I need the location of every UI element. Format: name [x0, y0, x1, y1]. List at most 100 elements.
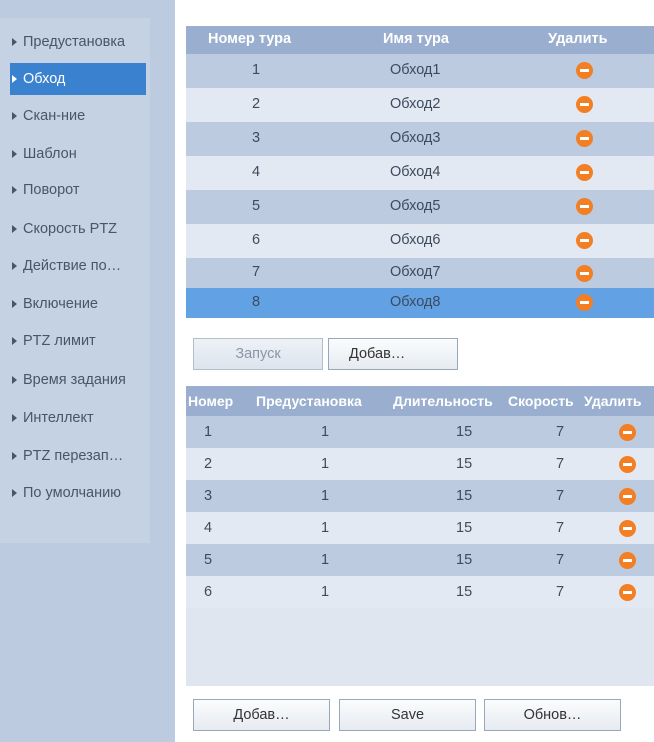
- tour-row-selected[interactable]: 8 Обход8: [186, 288, 654, 318]
- sidebar-item-power-up[interactable]: Включение: [12, 289, 148, 319]
- refresh-button[interactable]: Обнов…: [484, 699, 621, 731]
- tour-row[interactable]: 6 Обход6: [186, 224, 654, 258]
- header-tour-name: Имя тура: [383, 31, 449, 47]
- header-number: Номер: [188, 393, 234, 409]
- sidebar-item-label: Действие по…: [23, 258, 122, 274]
- triangle-right-icon: [12, 186, 17, 194]
- header-tour-number: Номер тура: [208, 31, 292, 47]
- delete-icon[interactable]: [619, 552, 636, 569]
- preset-value: 1: [321, 520, 330, 536]
- preset-value: 1: [321, 584, 330, 600]
- triangle-right-icon: [12, 225, 17, 233]
- preset-value: 1: [321, 552, 330, 568]
- sidebar-item-idle-action[interactable]: Действие по…: [12, 251, 148, 281]
- preset-speed: 7: [556, 424, 565, 440]
- preset-value: 1: [321, 424, 330, 440]
- add-tour-button[interactable]: Добав…: [328, 338, 458, 370]
- preset-number: 2: [204, 456, 213, 472]
- preset-row[interactable]: 5 1 15 7: [186, 544, 654, 576]
- tour-table: Номер тура Имя тура Удалить 1 Обход1 2 О…: [186, 26, 654, 318]
- delete-icon[interactable]: [576, 130, 593, 147]
- triangle-right-icon: [12, 38, 17, 46]
- delete-icon[interactable]: [576, 96, 593, 113]
- tour-name: Обход5: [390, 198, 441, 214]
- sidebar-item-label: Предустановка: [23, 34, 126, 50]
- preset-number: 4: [204, 520, 213, 536]
- save-button[interactable]: Save: [339, 699, 476, 731]
- preset-speed: 7: [556, 488, 565, 504]
- preset-duration: 15: [456, 584, 473, 600]
- sidebar-item-preset[interactable]: Предустановка: [12, 27, 148, 57]
- triangle-right-icon: [12, 75, 17, 83]
- sidebar-item-label: По умолчанию: [23, 485, 122, 501]
- tour-row[interactable]: 2 Обход2: [186, 88, 654, 122]
- sidebar-item-ptz-restart[interactable]: PTZ перезап…: [12, 441, 148, 471]
- preset-row[interactable]: 1 1 15 7: [186, 416, 654, 448]
- sidebar-item-label: Включение: [23, 296, 98, 312]
- preset-speed: 7: [556, 456, 565, 472]
- delete-icon[interactable]: [619, 488, 636, 505]
- delete-icon[interactable]: [619, 584, 636, 601]
- delete-icon[interactable]: [576, 265, 593, 282]
- sidebar-item-scan[interactable]: Скан-ние: [12, 101, 148, 131]
- tour-name: Обход1: [390, 62, 441, 78]
- sidebar-item-default[interactable]: По умолчанию: [12, 478, 148, 508]
- preset-duration: 15: [456, 520, 473, 536]
- preset-speed: 7: [556, 520, 565, 536]
- preset-speed: 7: [556, 552, 565, 568]
- tour-row[interactable]: 5 Обход5: [186, 190, 654, 224]
- delete-icon[interactable]: [576, 198, 593, 215]
- preset-value: 1: [321, 488, 330, 504]
- sidebar-item-time-task[interactable]: Время задания: [12, 365, 148, 395]
- preset-row[interactable]: 6 1 15 7: [186, 576, 654, 608]
- tour-name: Обход2: [390, 96, 441, 112]
- sidebar-item-label: Шаблон: [23, 146, 77, 162]
- delete-icon[interactable]: [619, 520, 636, 537]
- header-preset: Предустановка: [256, 393, 362, 409]
- triangle-right-icon: [12, 262, 17, 270]
- tour-number: 6: [252, 232, 261, 248]
- sidebar-item-intelligent[interactable]: Интеллект: [12, 403, 148, 433]
- tour-number: 4: [252, 164, 261, 180]
- sidebar-item-ptz-speed[interactable]: Скорость PTZ: [12, 214, 148, 244]
- tour-row[interactable]: 7 Обход7: [186, 258, 654, 288]
- triangle-right-icon: [12, 300, 17, 308]
- delete-icon[interactable]: [576, 164, 593, 181]
- header-delete: Удалить: [584, 393, 642, 409]
- delete-icon[interactable]: [576, 232, 593, 249]
- sidebar-item-label: Обход: [23, 71, 66, 87]
- tour-row[interactable]: 1 Обход1: [186, 54, 654, 88]
- sidebar-item-pan[interactable]: Поворот: [12, 175, 148, 205]
- tour-number: 8: [252, 294, 261, 310]
- sidebar-item-ptz-limit[interactable]: PTZ лимит: [12, 326, 148, 356]
- triangle-right-icon: [12, 452, 17, 460]
- tour-row[interactable]: 4 Обход4: [186, 156, 654, 190]
- preset-row[interactable]: 2 1 15 7: [186, 448, 654, 480]
- preset-speed: 7: [556, 584, 565, 600]
- tour-name: Обход8: [390, 294, 441, 310]
- preset-table-header: Номер Предустановка Длительность Скорост…: [186, 386, 654, 416]
- preset-duration: 15: [456, 424, 473, 440]
- sidebar-item-pattern[interactable]: Шаблон: [12, 139, 148, 169]
- start-button[interactable]: Запуск: [193, 338, 323, 370]
- tour-number: 5: [252, 198, 261, 214]
- sidebar-item-label: PTZ перезап…: [23, 448, 124, 464]
- tour-number: 1: [252, 62, 261, 78]
- sidebar-item-label: Интеллект: [23, 410, 94, 426]
- tour-row[interactable]: 3 Обход3: [186, 122, 654, 156]
- delete-icon[interactable]: [576, 62, 593, 79]
- preset-row[interactable]: 3 1 15 7: [186, 480, 654, 512]
- tour-number: 2: [252, 96, 261, 112]
- add-preset-button[interactable]: Добав…: [193, 699, 330, 731]
- sidebar-item-label: PTZ лимит: [23, 333, 96, 349]
- delete-icon[interactable]: [576, 294, 593, 311]
- delete-icon[interactable]: [619, 424, 636, 441]
- preset-table: Номер Предустановка Длительность Скорост…: [186, 386, 654, 686]
- sidebar-item-tour[interactable]: Обход: [10, 63, 146, 95]
- sidebar-item-label: Поворот: [23, 182, 80, 198]
- tour-name: Обход7: [390, 264, 441, 280]
- triangle-right-icon: [12, 414, 17, 422]
- preset-row[interactable]: 4 1 15 7: [186, 512, 654, 544]
- delete-icon[interactable]: [619, 456, 636, 473]
- tour-name: Обход6: [390, 232, 441, 248]
